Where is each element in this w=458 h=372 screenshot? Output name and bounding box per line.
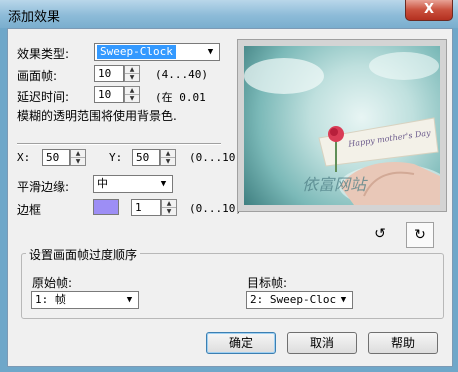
- x-input[interactable]: 50: [42, 149, 70, 166]
- spin-down-icon[interactable]: ▼: [125, 74, 139, 82]
- frames-spinner[interactable]: ▲ ▼: [124, 65, 140, 82]
- border-spinner[interactable]: ▲ ▼: [161, 199, 177, 216]
- chevron-down-icon[interactable]: ▼: [203, 45, 218, 59]
- y-label: Y:: [109, 151, 123, 164]
- title-bar[interactable]: 添加效果 X: [0, 0, 458, 28]
- delay-label: 延迟时间:: [17, 90, 70, 104]
- spin-down-icon[interactable]: ▼: [71, 158, 85, 166]
- chevron-down-icon[interactable]: ▼: [156, 177, 171, 191]
- ok-button[interactable]: 确定: [206, 332, 276, 354]
- smooth-edges-label: 平滑边缘:: [17, 180, 70, 194]
- smooth-edges-value: 中: [97, 177, 108, 190]
- preview-watermark: 依富网站: [302, 175, 367, 194]
- delay-input[interactable]: 10: [94, 86, 124, 103]
- effect-type-select[interactable]: Sweep-Clock ▼: [94, 43, 220, 61]
- cancel-button[interactable]: 取消: [287, 332, 357, 354]
- x-label: X:: [17, 151, 31, 164]
- delay-note: (在 0.01: [155, 91, 206, 104]
- x-spinner[interactable]: ▲ ▼: [70, 149, 86, 166]
- effect-type-value: Sweep-Clock: [97, 45, 176, 59]
- border-label: 边框: [17, 203, 42, 217]
- source-frame-value: 1: 帧: [35, 293, 66, 306]
- spin-down-icon[interactable]: ▼: [125, 95, 139, 103]
- rotate-left-icon[interactable]: ↺: [366, 222, 394, 248]
- spin-down-icon[interactable]: ▼: [161, 158, 175, 166]
- rotate-right-icon[interactable]: ↻: [406, 222, 434, 248]
- smooth-edges-select[interactable]: 中 ▼: [93, 175, 173, 193]
- y-spinner[interactable]: ▲ ▼: [160, 149, 176, 166]
- spin-up-icon[interactable]: ▲: [71, 150, 85, 158]
- frame-order-title: 设置画面帧过度顺序: [26, 246, 141, 263]
- target-frame-select[interactable]: 2: Sweep-Clock ▼: [246, 291, 353, 309]
- target-frame-label: 目标帧:: [247, 276, 288, 290]
- chevron-down-icon[interactable]: ▼: [336, 293, 351, 307]
- border-color-swatch[interactable]: [93, 199, 119, 215]
- window-title: 添加效果: [8, 10, 61, 25]
- effect-type-label: 效果类型:: [17, 47, 70, 61]
- y-range: (0...10: [189, 151, 236, 164]
- spin-up-icon[interactable]: ▲: [161, 150, 175, 158]
- spin-up-icon[interactable]: ▲: [162, 200, 176, 208]
- separator: [17, 143, 221, 145]
- spin-up-icon[interactable]: ▲: [125, 66, 139, 74]
- border-range: (0...10): [189, 202, 242, 215]
- y-input[interactable]: 50: [132, 149, 160, 166]
- target-frame-value: 2: Sweep-Clock: [250, 293, 343, 306]
- blur-note: 模糊的透明范围将使用背景色.: [17, 109, 177, 123]
- dialog-window: 添加效果 X 效果类型: Sweep-Clock ▼ 画面帧: 10 ▲ ▼ (4…: [0, 0, 458, 372]
- dialog-client-area: 效果类型: Sweep-Clock ▼ 画面帧: 10 ▲ ▼ (4...40) …: [7, 28, 453, 367]
- preview-image: Happy mother's Day 依富网站: [244, 46, 440, 205]
- source-frame-label: 原始帧:: [32, 276, 73, 290]
- chevron-down-icon[interactable]: ▼: [122, 293, 137, 307]
- frames-range: (4...40): [155, 68, 208, 81]
- delay-spinner[interactable]: ▲ ▼: [124, 86, 140, 103]
- border-input[interactable]: 1: [131, 199, 161, 216]
- help-button[interactable]: 帮助: [368, 332, 438, 354]
- source-frame-select[interactable]: 1: 帧 ▼: [31, 291, 139, 309]
- spin-down-icon[interactable]: ▼: [162, 208, 176, 216]
- frames-input[interactable]: 10: [94, 65, 124, 82]
- frames-label: 画面帧:: [17, 69, 58, 83]
- preview-frame: Happy mother's Day 依富网站: [237, 39, 447, 212]
- spin-up-icon[interactable]: ▲: [125, 87, 139, 95]
- close-button[interactable]: X: [405, 0, 453, 21]
